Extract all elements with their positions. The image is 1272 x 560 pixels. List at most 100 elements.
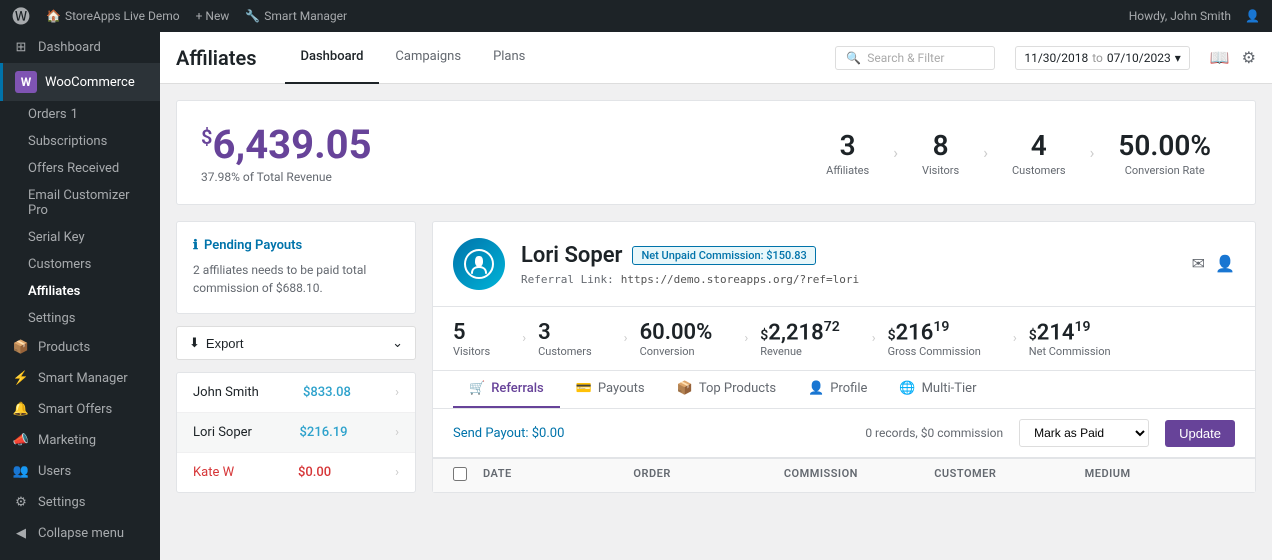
- detail-tab-referrals[interactable]: 🛒 Referrals: [453, 371, 560, 408]
- records-text: 0 records, $0 commission: [865, 426, 1003, 440]
- export-button[interactable]: ⬇ Export ⌄: [176, 326, 416, 360]
- detail-tab-payouts[interactable]: 💳 Payouts: [560, 371, 661, 408]
- gross-currency: $: [888, 327, 896, 343]
- stat-visitors: 8 Visitors: [902, 129, 979, 177]
- affiliate-name-1: Lori Soper: [193, 425, 252, 440]
- detail-tab-top-products[interactable]: 📦 Top Products: [661, 371, 792, 408]
- smart-manager-icon: ⚡: [12, 371, 30, 386]
- dashboard-icon: ⊞: [12, 40, 30, 55]
- marketing-icon: 📣: [12, 433, 30, 448]
- stat-chevron-2: ›: [979, 143, 992, 162]
- detail-header: Lori Soper Net Unpaid Commission: $150.8…: [433, 222, 1255, 307]
- affiliate-detail-panel: Lori Soper Net Unpaid Commission: $150.8…: [432, 221, 1256, 493]
- revenue-amount: 6,439.05: [212, 121, 371, 168]
- sidebar-item-serial-key[interactable]: Serial Key: [0, 224, 160, 251]
- sidebar: ⊞ Dashboard W WooCommerce Orders 1 Subsc…: [0, 32, 160, 560]
- select-all-checkbox[interactable]: [453, 467, 467, 481]
- stat-affiliates: 3 Affiliates: [806, 129, 889, 177]
- sidebar-item-settings-woo[interactable]: Settings: [0, 305, 160, 332]
- site-name-link[interactable]: 🏠 StoreApps Live Demo: [46, 9, 180, 23]
- date-range-picker[interactable]: 11/30/2018 to 07/10/2023 ▾: [1015, 46, 1189, 70]
- referral-link-row: Referral Link: https://demo.storeapps.or…: [521, 272, 1176, 286]
- header-tabs: Dashboard Campaigns Plans: [285, 32, 542, 84]
- settings-icon: ⚙: [12, 495, 30, 510]
- detail-chevron-5: ›: [1001, 331, 1029, 346]
- mark-paid-select[interactable]: Mark as Paid: [1019, 419, 1149, 447]
- currency-symbol: $: [201, 125, 212, 149]
- send-payout-text: Send Payout: $0.00: [453, 426, 564, 441]
- main-stat-revenue: $6,439.05 37.98% of Total Revenue: [201, 121, 372, 184]
- detail-stat-conversion: 60.00% Conversion: [640, 320, 733, 358]
- plugin-name-link[interactable]: 🔧 Smart Manager: [245, 9, 347, 23]
- affiliate-list: John Smith $833.08 › Lori Soper $216.19 …: [176, 372, 416, 493]
- sidebar-item-email-customizer[interactable]: Email Customizer Pro: [0, 182, 160, 224]
- smart-offers-icon: 🔔: [12, 402, 30, 417]
- sidebar-item-settings[interactable]: ⚙ Settings: [0, 487, 160, 518]
- tab-dashboard[interactable]: Dashboard: [285, 32, 380, 84]
- affiliate-chevron-0: ›: [395, 385, 399, 400]
- detail-chevron-1: ›: [510, 331, 538, 346]
- stat-conversion-rate: 50.00% Conversion Rate: [1098, 129, 1231, 177]
- detail-stat-customers: 3 Customers: [538, 320, 612, 358]
- affiliate-name-0: John Smith: [193, 385, 259, 400]
- top-products-icon: 📦: [677, 381, 693, 396]
- tab-plans[interactable]: Plans: [477, 32, 541, 84]
- net-decimal: 19: [1074, 319, 1090, 335]
- email-action-button[interactable]: ✉: [1192, 254, 1205, 274]
- detail-stat-gross-commission: $21619 Gross Commission: [888, 319, 1001, 358]
- sidebar-item-collapse[interactable]: ◀ Collapse menu: [0, 518, 160, 549]
- sidebar-item-customers[interactable]: Customers: [0, 251, 160, 278]
- sidebar-item-smart-offers[interactable]: 🔔 Smart Offers: [0, 394, 160, 425]
- referrals-icon: 🛒: [469, 381, 485, 396]
- detail-tab-multi-tier[interactable]: 🌐 Multi-Tier: [883, 371, 992, 408]
- stat-chevron-1: ›: [889, 143, 902, 162]
- gear-icon[interactable]: ⚙: [1242, 48, 1256, 67]
- sidebar-item-orders[interactable]: Orders 1: [0, 101, 160, 128]
- products-icon: 📦: [12, 340, 30, 355]
- content-area: $6,439.05 37.98% of Total Revenue 3 Affi…: [160, 84, 1272, 560]
- update-button[interactable]: Update: [1165, 420, 1235, 447]
- sidebar-woocommerce-header[interactable]: W WooCommerce: [0, 63, 160, 101]
- book-icon[interactable]: 📖: [1210, 48, 1230, 67]
- left-column: ℹ Pending Payouts 2 affiliates needs to …: [176, 221, 416, 493]
- pending-payouts-card: ℹ Pending Payouts 2 affiliates needs to …: [176, 221, 416, 314]
- multi-tier-icon: 🌐: [899, 381, 915, 396]
- export-icon: ⬇: [189, 335, 200, 351]
- new-button[interactable]: + New: [196, 9, 230, 23]
- affiliate-avatar: [453, 238, 505, 290]
- woocommerce-icon: W: [15, 71, 37, 93]
- affiliate-detail-name: Lori Soper: [521, 243, 622, 268]
- sidebar-item-marketing[interactable]: 📣 Marketing: [0, 425, 160, 456]
- detail-chevron-3: ›: [732, 331, 760, 346]
- th-commission: COMMISSION: [784, 467, 934, 484]
- sidebar-item-dashboard[interactable]: ⊞ Dashboard: [0, 32, 160, 63]
- search-icon: 🔍: [846, 51, 861, 65]
- search-filter[interactable]: 🔍 Search & Filter: [835, 46, 995, 70]
- table-header: DATE ORDER COMMISSION CUSTOMER MEDIUM: [433, 458, 1255, 492]
- admin-bar: 🅦 🏠 StoreApps Live Demo + New 🔧 Smart Ma…: [0, 0, 1272, 32]
- affiliate-amount-2: $0.00: [298, 465, 331, 480]
- affiliate-row-0[interactable]: John Smith $833.08 ›: [177, 373, 415, 413]
- collapse-icon: ◀: [12, 526, 30, 541]
- detail-tab-profile[interactable]: 👤 Profile: [792, 371, 883, 408]
- sidebar-item-users[interactable]: 👥 Users: [0, 456, 160, 487]
- detail-stat-visitors: 5 Visitors: [453, 320, 510, 358]
- sidebar-item-subscriptions[interactable]: Subscriptions: [0, 128, 160, 155]
- main-content: Affiliates Dashboard Campaigns Plans 🔍 S…: [160, 32, 1272, 560]
- pending-description: 2 affiliates needs to be paid total comm…: [193, 261, 399, 297]
- affiliate-row-2[interactable]: Kate W $0.00 ›: [177, 453, 415, 492]
- sidebar-item-offers-received[interactable]: Offers Received: [0, 155, 160, 182]
- sidebar-item-products[interactable]: 📦 Products: [0, 332, 160, 363]
- pending-icon: ℹ: [193, 238, 198, 253]
- wp-logo-icon[interactable]: 🅦: [12, 3, 30, 29]
- payouts-icon: 💳: [576, 381, 592, 396]
- detail-stats: 5 Visitors › 3 Customers › 60.00%: [433, 307, 1255, 371]
- profile-action-button[interactable]: 👤: [1215, 254, 1235, 274]
- sidebar-item-smart-manager[interactable]: ⚡ Smart Manager: [0, 363, 160, 394]
- stat-customers: 4 Customers: [992, 129, 1086, 177]
- tab-campaigns[interactable]: Campaigns: [379, 32, 477, 84]
- affiliate-row-1[interactable]: Lori Soper $216.19 ›: [177, 413, 415, 453]
- detail-chevron-2: ›: [612, 331, 640, 346]
- detail-tabs: 🛒 Referrals 💳 Payouts 📦 Top Products: [433, 371, 1255, 409]
- sidebar-item-affiliates[interactable]: Affiliates: [0, 278, 160, 305]
